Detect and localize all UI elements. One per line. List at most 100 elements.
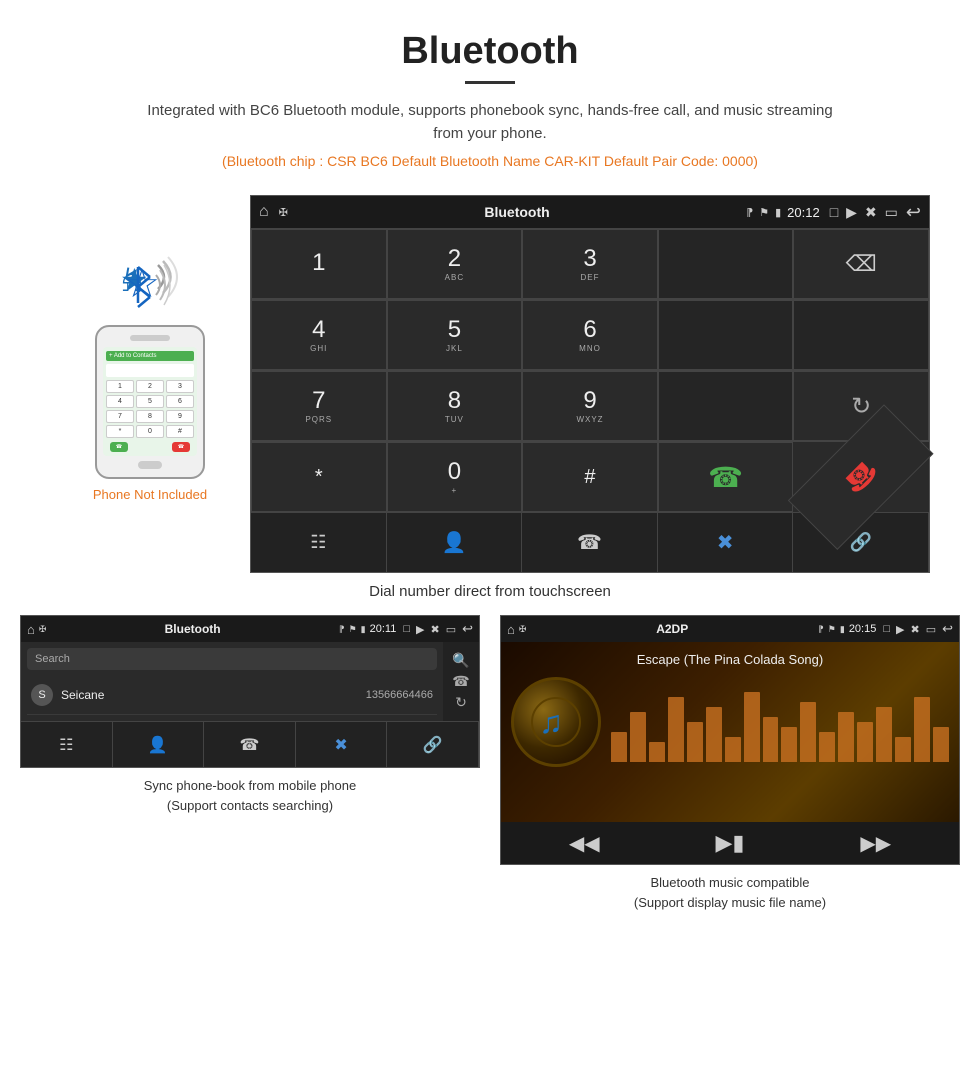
eq-bar — [933, 727, 949, 762]
dial-key-hash[interactable]: # — [522, 442, 658, 512]
phone-key-2: 2 — [136, 380, 164, 393]
phonebook-caption: Sync phone-book from mobile phone(Suppor… — [144, 776, 356, 815]
dial-display-3 — [658, 371, 794, 441]
pb-back-icon[interactable]: ↩ — [462, 621, 473, 637]
music-time: 20:15 — [849, 623, 877, 635]
pb-search-input[interactable]: Search — [27, 648, 437, 670]
bt-info: (Bluetooth chip : CSR BC6 Default Blueto… — [20, 153, 960, 169]
page-title: Bluetooth — [20, 30, 960, 73]
eq-bar — [744, 692, 760, 762]
music-window-icon[interactable]: ▭ — [926, 623, 936, 636]
music-back-icon[interactable]: ↩ — [942, 621, 953, 637]
dialpad-row-1: 1 2 ABC 3 DEF ⌫ — [251, 228, 929, 299]
hu-home-icon[interactable]: ⌂ — [259, 203, 269, 221]
pb-bottom-contacts[interactable]: 👤 — [113, 722, 205, 767]
dial-key-1[interactable]: 1 — [251, 229, 387, 299]
eq-bar — [876, 707, 892, 762]
head-unit-screen: ⌂ ✠ Bluetooth ⁋ ⚑ ▮ 20:12 □ ▶ ✖ ▭ ↩ 1 2 — [250, 195, 930, 573]
dial-key-5[interactable]: 5 JKL — [387, 300, 523, 370]
dial-key-2[interactable]: 2 ABC — [387, 229, 523, 299]
music-usb-icon: ✠ — [519, 624, 527, 635]
pb-icons-column: 🔍 ☎ ↻ — [443, 642, 479, 721]
phone-key-star: * — [106, 425, 134, 438]
dial-key-0[interactable]: 0 + — [387, 442, 523, 512]
pb-bottom-bar: ☷ 👤 ☎ ✖ 🔗 — [21, 721, 479, 767]
dial-key-8[interactable]: 8 TUV — [387, 371, 523, 441]
eq-bar — [687, 722, 703, 762]
music-caption: Bluetooth music compatible(Support displ… — [634, 873, 826, 912]
music-song-title: Escape (The Pina Colada Song) — [637, 652, 823, 667]
hu-close-icon[interactable]: ✖ — [865, 204, 877, 221]
dial-key-star[interactable]: * — [251, 442, 387, 512]
hu-dialpad-icon[interactable]: ☷ — [251, 513, 387, 572]
pb-window-icon[interactable]: ▭ — [446, 623, 456, 636]
page-header: Bluetooth Integrated with BC6 Bluetooth … — [0, 0, 980, 185]
dial-key-4[interactable]: 4 GHI — [251, 300, 387, 370]
dial-display-2 — [658, 300, 794, 370]
hu-window-icon[interactable]: ▭ — [885, 204, 898, 221]
pb-bottom-dialpad[interactable]: ☷ — [21, 722, 113, 767]
pb-camera-icon[interactable]: □ — [403, 623, 410, 635]
eq-bar — [668, 697, 684, 762]
music-title: A2DP — [530, 622, 814, 636]
dial-key-9[interactable]: 9 WXYZ — [522, 371, 658, 441]
pb-bottom-phone[interactable]: ☎ — [204, 722, 296, 767]
hu-phone-icon[interactable]: ☎ — [522, 513, 658, 572]
pb-main-area: Search S Seicane 13566664466 — [21, 642, 443, 721]
eq-bar — [838, 712, 854, 762]
pb-vol-icon[interactable]: ▶ — [416, 623, 424, 636]
hu-statusbar: ⌂ ✠ Bluetooth ⁋ ⚑ ▮ 20:12 □ ▶ ✖ ▭ ↩ — [251, 196, 929, 228]
phone-mockup: + Add to Contacts 1 2 3 4 5 6 7 8 9 * 0 — [95, 325, 205, 479]
music-close-icon[interactable]: ✖ — [910, 623, 919, 636]
pb-bottom-bt[interactable]: ✖ — [296, 722, 388, 767]
dial-backspace[interactable]: ⌫ — [793, 229, 929, 299]
phonebook-body: Search S Seicane 13566664466 — [21, 642, 443, 721]
music-prev-icon[interactable]: ◀◀ — [569, 831, 600, 856]
pb-contact-item[interactable]: S Seicane 13566664466 — [27, 676, 437, 715]
dial-key-3[interactable]: 3 DEF — [522, 229, 658, 299]
equalizer-bars — [611, 682, 949, 762]
phone-key-9: 9 — [166, 410, 194, 423]
hu-camera-icon[interactable]: □ — [830, 204, 838, 220]
eq-bar — [895, 737, 911, 762]
dialpad-row-3: 7 PQRS 8 TUV 9 WXYZ ↻ — [251, 370, 929, 441]
music-note-svg: ♫ — [531, 697, 581, 747]
dial-call-green[interactable]: ☎ — [658, 442, 794, 512]
pb-statusbar: ⌂ ✠ Bluetooth ⁋ ⚑ ▮ 20:11 □ ▶ ✖ ▭ ↩ — [21, 616, 479, 642]
phone-btn-row: ☎ ☎ — [106, 442, 194, 452]
phone-key-3: 3 — [166, 380, 194, 393]
dial-key-7[interactable]: 7 PQRS — [251, 371, 387, 441]
music-next-icon[interactable]: ▶▶ — [860, 831, 891, 856]
hu-bluetooth-icon[interactable]: ✖ — [658, 513, 794, 572]
phonebook-block: ⌂ ✠ Bluetooth ⁋ ⚑ ▮ 20:11 □ ▶ ✖ ▭ ↩ Sear… — [20, 615, 480, 912]
dial-key-6[interactable]: 6 MNO — [522, 300, 658, 370]
hu-contacts-icon[interactable]: 👤 — [387, 513, 523, 572]
eq-bar — [800, 702, 816, 762]
phone-key-1: 1 — [106, 380, 134, 393]
pb-refresh-icon[interactable]: ↻ — [455, 694, 467, 711]
dialpad-row-4: * 0 + # ☎ ☎ — [251, 441, 929, 512]
music-vol-icon[interactable]: ▶ — [896, 623, 904, 636]
pb-bottom-link[interactable]: 🔗 — [387, 722, 479, 767]
music-play-pause-icon[interactable]: ▶▮ — [715, 830, 744, 856]
phone-key-8: 8 — [136, 410, 164, 423]
music-screen: ⌂ ✠ A2DP ⁋ ⚑ ▮ 20:15 □ ▶ ✖ ▭ ↩ Escape (T… — [500, 615, 960, 865]
music-camera-icon[interactable]: □ — [883, 623, 890, 635]
pb-close-icon[interactable]: ✖ — [430, 623, 439, 636]
music-home-icon[interactable]: ⌂ — [507, 622, 515, 637]
music-body: Escape (The Pina Colada Song) ♫ — [501, 642, 959, 822]
hu-back-icon[interactable]: ↩ — [906, 202, 921, 223]
phone-key-4: 4 — [106, 395, 134, 408]
eq-bar — [781, 727, 797, 762]
eq-bar — [763, 717, 779, 762]
bottom-screens: ⌂ ✠ Bluetooth ⁋ ⚑ ▮ 20:11 □ ▶ ✖ ▭ ↩ Sear… — [0, 615, 980, 932]
pb-wifi-icon: ▮ — [361, 624, 366, 635]
pb-call-icon[interactable]: ☎ — [452, 673, 469, 690]
album-art: ♫ — [511, 677, 601, 767]
pb-contact-number: 13566664466 — [366, 689, 433, 701]
pb-search-icon[interactable]: 🔍 — [452, 652, 469, 669]
pb-avatar: S — [31, 684, 53, 706]
music-block: ⌂ ✠ A2DP ⁋ ⚑ ▮ 20:15 □ ▶ ✖ ▭ ↩ Escape (T… — [500, 615, 960, 912]
pb-home-icon[interactable]: ⌂ — [27, 622, 35, 637]
hu-volume-icon[interactable]: ▶ — [846, 204, 857, 221]
